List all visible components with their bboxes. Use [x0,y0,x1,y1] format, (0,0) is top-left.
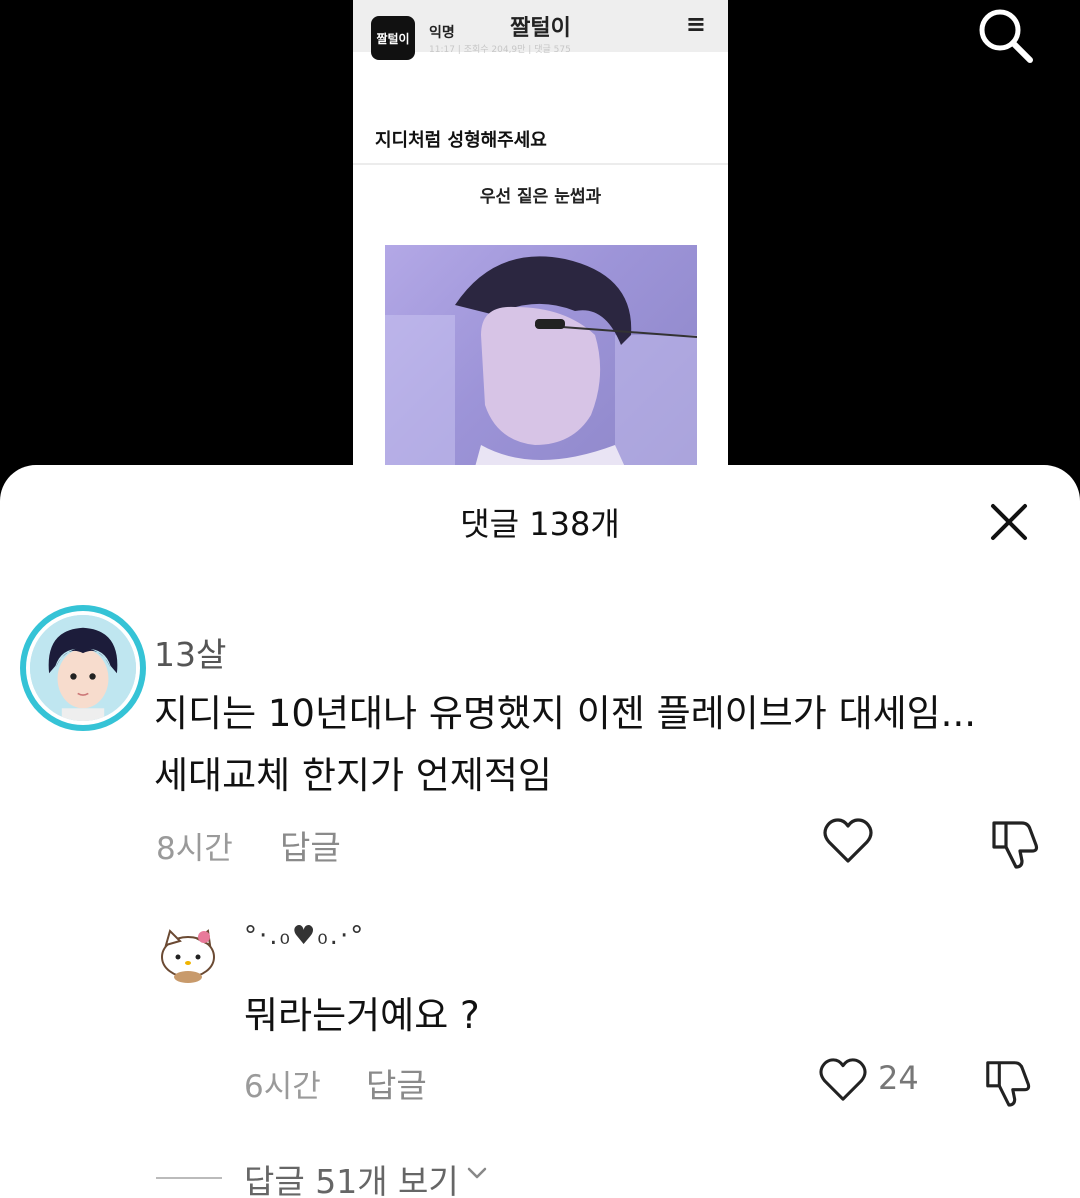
divider [156,1177,222,1179]
heart-icon[interactable] [818,1057,868,1103]
comment-text: 뭐라는거예요 ? [244,994,480,1037]
comment-timestamp: 6시간 [244,1069,321,1105]
comment-username[interactable]: 13살 [154,628,226,676]
search-icon[interactable] [974,4,1036,66]
chevron-down-icon[interactable] [466,1165,488,1181]
comment-text-line: 세대교체 한지가 언제적임 [154,754,552,797]
comment-text: 지디는 10년대나 유명했지 이젠 플레이브가 대세임... 세대교체 한지가 … [154,683,1054,807]
post-photo [385,245,697,467]
like-count: 24 [878,1059,919,1097]
comment-sheet: 댓글 138개 13살 지디는 10년대나 유명했지 이젠 플레이브가 대세임.… [0,465,1080,1198]
view-replies-button[interactable]: 답글 51개 보기 [244,1155,459,1198]
post-title: 지디처럼 성형해주세요 [375,130,547,151]
thumbs-down-icon[interactable] [980,1057,1034,1107]
app-title: 짤털이 [510,16,571,41]
post-meta: 11:17 | 조회수 204,9만 | 댓글 575 [429,45,571,55]
comment-username[interactable]: °·.₀♥₀.·° [244,921,365,951]
comments-title: 댓글 138개 [460,505,620,543]
post-caption: 우선 짙은 눈썹과 [479,187,602,207]
hello-kitty-avatar[interactable] [158,923,220,985]
comment-timestamp: 8시간 [156,831,233,867]
heart-icon[interactable] [822,817,874,865]
reply-button[interactable]: 답글 [366,1059,427,1107]
avatar[interactable] [20,605,146,731]
reply-button[interactable]: 답글 [280,821,341,869]
close-icon[interactable] [990,503,1028,541]
screen: ‹ 짤털이 ≡ 짤털이 익명 11:17 | 조회수 204,9만 | 댓글 5… [0,0,1080,1198]
comment-text-line: 지디는 10년대나 유명했지 이젠 플레이브가 대세임... [154,692,976,735]
menu-icon: ≡ [685,10,706,38]
post-author: 익명 [429,25,455,41]
post-screenshot: ‹ 짤털이 ≡ 짤털이 익명 11:17 | 조회수 204,9만 | 댓글 5… [353,0,728,480]
app-logo: 짤털이 [371,16,415,60]
divider [353,163,728,165]
thumbs-down-icon[interactable] [986,817,1042,869]
